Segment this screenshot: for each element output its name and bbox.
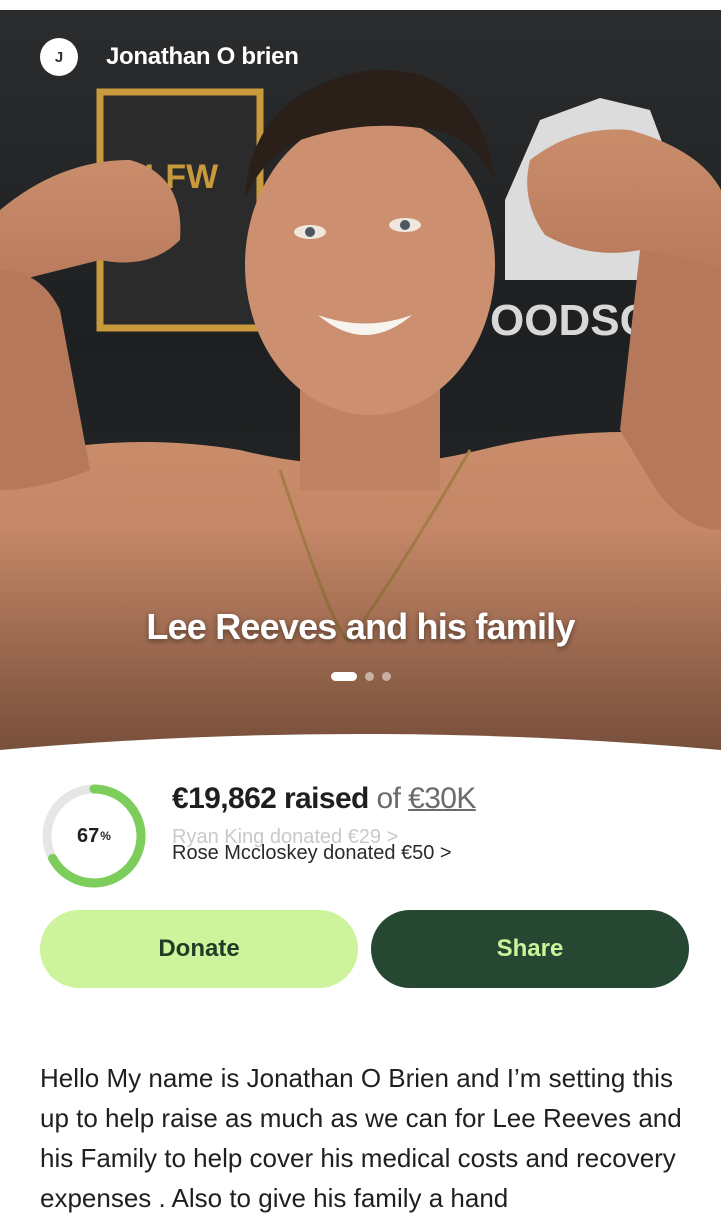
carousel-dot-1[interactable] — [330, 672, 357, 681]
organizer[interactable]: J Jonathan O brien — [40, 38, 299, 76]
share-button[interactable]: Share — [371, 910, 689, 988]
recent-donation[interactable]: Rose Mccloskey donated €50 > — [172, 842, 452, 865]
organizer-name[interactable]: Jonathan O brien — [106, 43, 299, 71]
carousel-dot-2[interactable] — [364, 672, 374, 681]
carousel-dot-3[interactable] — [381, 672, 391, 681]
progress-percent: 67% — [40, 782, 148, 890]
left-arm-shape — [0, 270, 90, 490]
progress-percent-sign: % — [100, 829, 111, 843]
fundraiser-story: Hello My name is Jonathan O Brien and I’… — [40, 1063, 682, 1213]
raised-summary: €19,862 raised of €30K — [172, 782, 476, 816]
avatar[interactable]: J — [40, 38, 78, 76]
hero-image[interactable]: ALFW OODSCH J Jonathan O brien Lee Reeve… — [0, 10, 721, 750]
hero-bottom-curve — [0, 734, 721, 768]
goal-amount[interactable]: €30K — [408, 782, 476, 815]
pupil-left — [305, 227, 315, 237]
donate-button[interactable]: Donate — [40, 910, 358, 988]
carousel-dots[interactable] — [0, 672, 721, 681]
face-shape — [245, 115, 495, 415]
progress-percent-value: 67 — [77, 824, 100, 847]
fundraiser-title: Lee Reeves and his family — [146, 606, 575, 647]
raised-amount: €19,862 raised — [172, 782, 369, 815]
top-strip — [0, 0, 721, 10]
pupil-right — [400, 220, 410, 230]
raised-of: of — [376, 782, 401, 815]
